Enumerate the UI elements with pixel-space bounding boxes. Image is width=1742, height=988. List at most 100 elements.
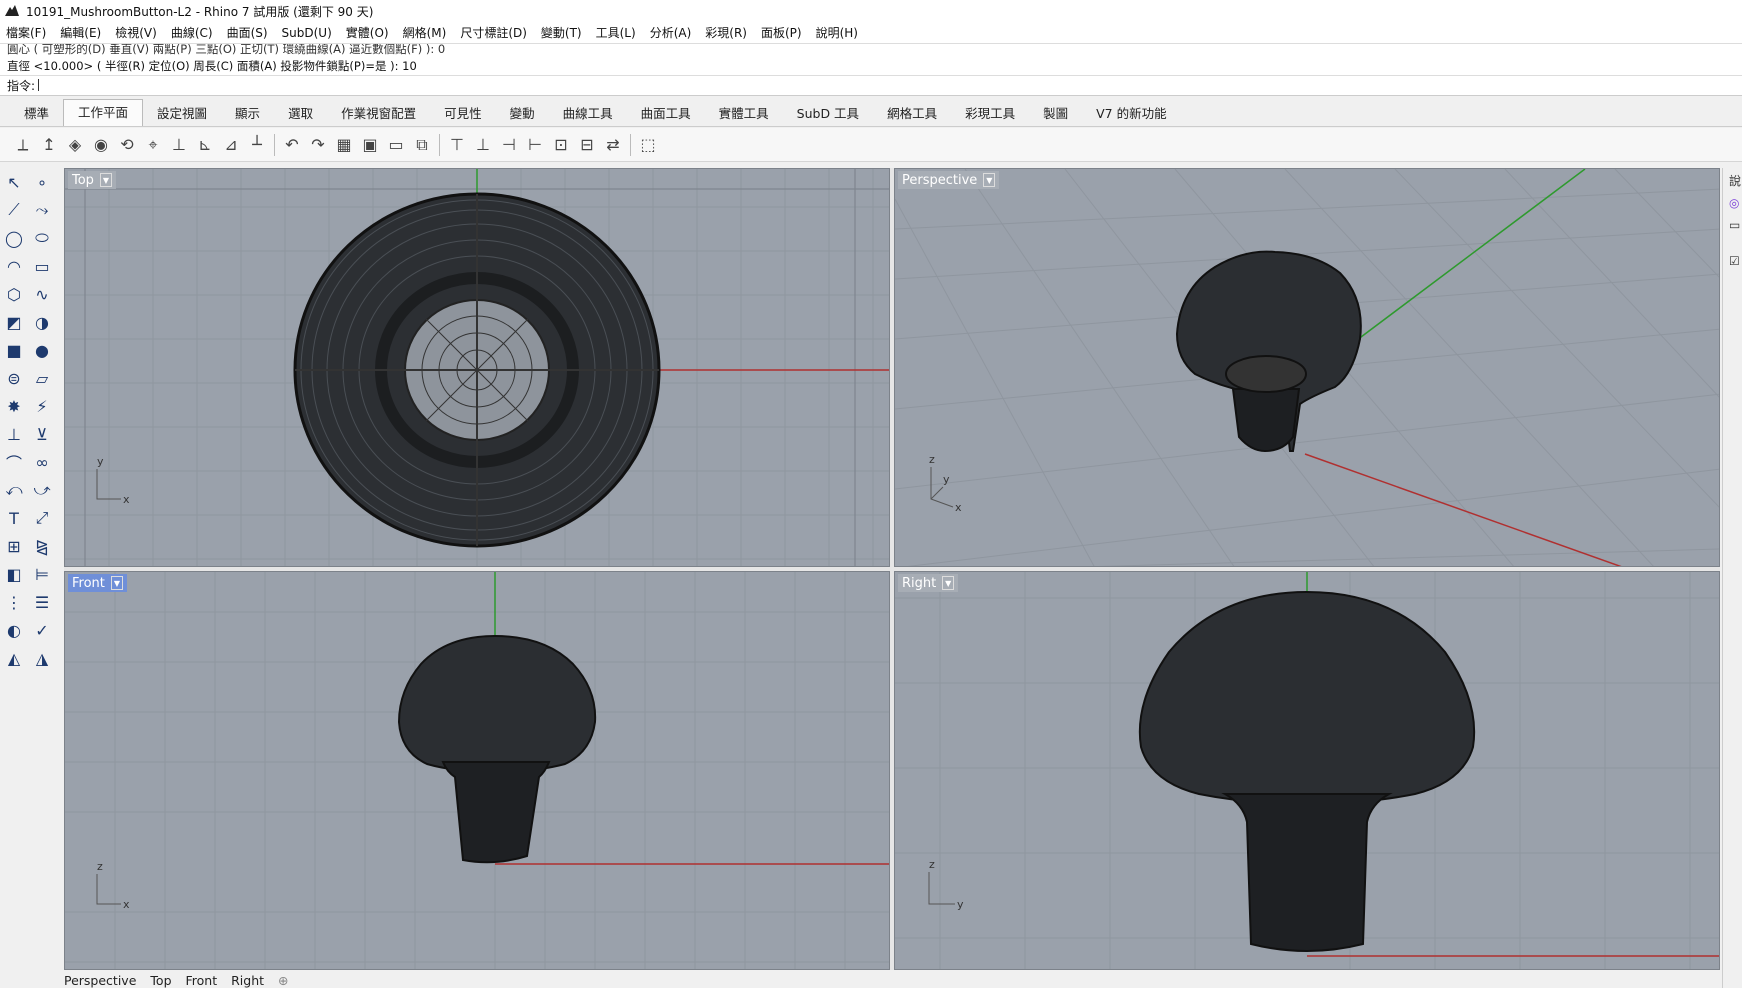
save-cplane-icon[interactable]: ▣ [357, 132, 383, 158]
tab-standard[interactable]: 標準 [10, 102, 63, 126]
offset-curve-icon[interactable]: ⤺ [0, 477, 28, 503]
cplane-top-icon[interactable]: ⊤ [444, 132, 470, 158]
cplane-elevation-icon[interactable]: ↥ [36, 132, 62, 158]
join-icon[interactable]: ∞ [28, 449, 56, 475]
menu-mesh[interactable]: 網格(M) [403, 24, 447, 41]
cplane-z-axis-icon[interactable]: ⊾ [192, 132, 218, 158]
cplane-x-axis-icon[interactable]: ⊥ [166, 132, 192, 158]
dimension-icon[interactable]: ⊨ [28, 561, 56, 587]
tab-display[interactable]: 顯示 [221, 102, 274, 126]
undo-cplane-icon[interactable]: ↶ [279, 132, 305, 158]
tab-select[interactable]: 選取 [274, 102, 327, 126]
grid-icon[interactable]: ▦ [331, 132, 357, 158]
cplane-rotate-icon[interactable]: ⟲ [114, 132, 140, 158]
select-arrow-icon[interactable]: ↖ [0, 169, 28, 195]
viewport-right[interactable]: Right ▼ z y [894, 571, 1720, 970]
circle-icon[interactable]: ◯ [0, 225, 28, 251]
menu-transform[interactable]: 變動(T) [541, 24, 582, 41]
panel-field[interactable]: ▭ [1729, 218, 1740, 232]
chevron-down-icon[interactable]: ▼ [110, 576, 123, 590]
menu-file[interactable]: 檔案(F) [6, 24, 46, 41]
tab-drafting[interactable]: 製圖 [1029, 102, 1082, 126]
checkbox-icon[interactable]: ☑ [1729, 254, 1740, 268]
layer-icon[interactable]: ☰ [28, 589, 56, 615]
arc-icon[interactable]: ◠ [0, 253, 28, 279]
tab-new-in-v7[interactable]: V7 的新功能 [1082, 102, 1180, 126]
scale-icon[interactable]: ⤢ [28, 505, 56, 531]
check-icon[interactable]: ✓ [28, 617, 56, 643]
chevron-down-icon[interactable]: ▼ [942, 576, 955, 590]
analyze-icon[interactable]: ◐ [0, 617, 28, 643]
extrude-icon[interactable]: ⊥ [0, 421, 28, 447]
menu-help[interactable]: 說明(H) [816, 24, 858, 41]
menu-surface[interactable]: 曲面(S) [227, 24, 268, 41]
menu-analyze[interactable]: 分析(A) [650, 24, 692, 41]
cplane-arrows-icon[interactable]: ⇄ [600, 132, 626, 158]
viewport-title-perspective[interactable]: Perspective ▼ [898, 171, 1000, 189]
viewport-perspective[interactable]: Perspective ▼ z y x [894, 168, 1720, 567]
cplane-box-icon[interactable]: ⬚ [635, 132, 661, 158]
viewport-top[interactable]: Top ▼ y x [64, 168, 890, 567]
boolean-icon[interactable]: ⚡ [28, 393, 56, 419]
menu-view[interactable]: 檢視(V) [115, 24, 157, 41]
tab-render-tools[interactable]: 彩現工具 [951, 102, 1029, 126]
chevron-down-icon[interactable]: ▼ [983, 173, 996, 187]
box-solid-icon[interactable]: ■ [0, 337, 28, 363]
viewport-title-right[interactable]: Right ▼ [898, 574, 959, 592]
ellipse-icon[interactable]: ⬭ [28, 225, 56, 251]
text-icon[interactable]: T [0, 505, 28, 531]
curve-control-points-icon[interactable]: ⤳ [28, 197, 56, 223]
grid-array-icon[interactable]: ⋮ [0, 589, 28, 615]
point-icon[interactable]: ∘ [28, 169, 56, 195]
surface-revolve-icon[interactable]: ◑ [28, 309, 56, 335]
command-prompt[interactable]: 指令: [0, 75, 1742, 94]
cplane-world-icon[interactable]: ┴ [244, 132, 270, 158]
redo-cplane-icon[interactable]: ↷ [305, 132, 331, 158]
cplane-front-icon[interactable]: ⊡ [548, 132, 574, 158]
tab-perspective[interactable]: Perspective [64, 973, 136, 988]
polygon-icon[interactable]: ⬡ [0, 281, 28, 307]
tab-curve-tools[interactable]: 曲線工具 [549, 102, 627, 126]
mirror-icon[interactable]: ⧎ [28, 533, 56, 559]
panel-tab-icon[interactable]: 說 [1729, 172, 1741, 189]
viewport-title-front[interactable]: Front ▼ [68, 574, 127, 592]
trim-icon[interactable]: ⊻ [28, 421, 56, 447]
sphere-solid-icon[interactable]: ● [28, 337, 56, 363]
menu-dimension[interactable]: 尺寸標註(D) [460, 24, 527, 41]
menu-edit[interactable]: 編輯(E) [60, 24, 101, 41]
cplane-back-icon[interactable]: ⊟ [574, 132, 600, 158]
render-icon[interactable]: ◭ [0, 645, 28, 671]
tab-mesh-tools[interactable]: 網格工具 [873, 102, 951, 126]
tab-cplanes[interactable]: 工作平面 [63, 99, 144, 126]
cplane-3point-icon[interactable]: ⌖ [140, 132, 166, 158]
fillet-icon[interactable]: ⌒ [0, 449, 28, 475]
menu-curve[interactable]: 曲線(C) [171, 24, 213, 41]
menu-tools[interactable]: 工具(L) [596, 24, 636, 41]
surface-corners-icon[interactable]: ◩ [0, 309, 28, 335]
menu-render[interactable]: 彩現(R) [705, 24, 747, 41]
menu-subd[interactable]: SubD(U) [282, 26, 332, 40]
cplane-surface-icon[interactable]: ◉ [88, 132, 114, 158]
tab-visibility[interactable]: 可見性 [430, 102, 496, 126]
color-wheel-icon[interactable]: ◎ [1729, 196, 1739, 210]
tab-surface-tools[interactable]: 曲面工具 [627, 102, 705, 126]
tab-front[interactable]: Front [186, 973, 218, 988]
freeform-curve-icon[interactable]: ∿ [28, 281, 56, 307]
named-cplane-icon[interactable]: ⧉ [409, 132, 435, 158]
tab-right[interactable]: Right [231, 973, 264, 988]
tab-solid-tools[interactable]: 實體工具 [705, 102, 783, 126]
viewport-title-top[interactable]: Top ▼ [68, 171, 116, 189]
cylinder-icon[interactable]: ⊜ [0, 365, 28, 391]
tab-transform[interactable]: 變動 [496, 102, 549, 126]
cplane-left-icon[interactable]: ⊣ [496, 132, 522, 158]
blend-curve-icon[interactable]: ⤻ [28, 477, 56, 503]
cplane-bottom-icon[interactable]: ⊥ [470, 132, 496, 158]
explode-icon[interactable]: ✸ [0, 393, 28, 419]
open-folder-icon[interactable]: ▭ [383, 132, 409, 158]
cplane-right-icon[interactable]: ⊢ [522, 132, 548, 158]
tab-viewport-layout[interactable]: 作業視窗配置 [327, 102, 430, 126]
rectangle-icon[interactable]: ▭ [28, 253, 56, 279]
solid-edit-icon[interactable]: ◧ [0, 561, 28, 587]
tab-top[interactable]: Top [150, 973, 171, 988]
cplane-origin-icon[interactable]: ⟂ [10, 132, 36, 158]
